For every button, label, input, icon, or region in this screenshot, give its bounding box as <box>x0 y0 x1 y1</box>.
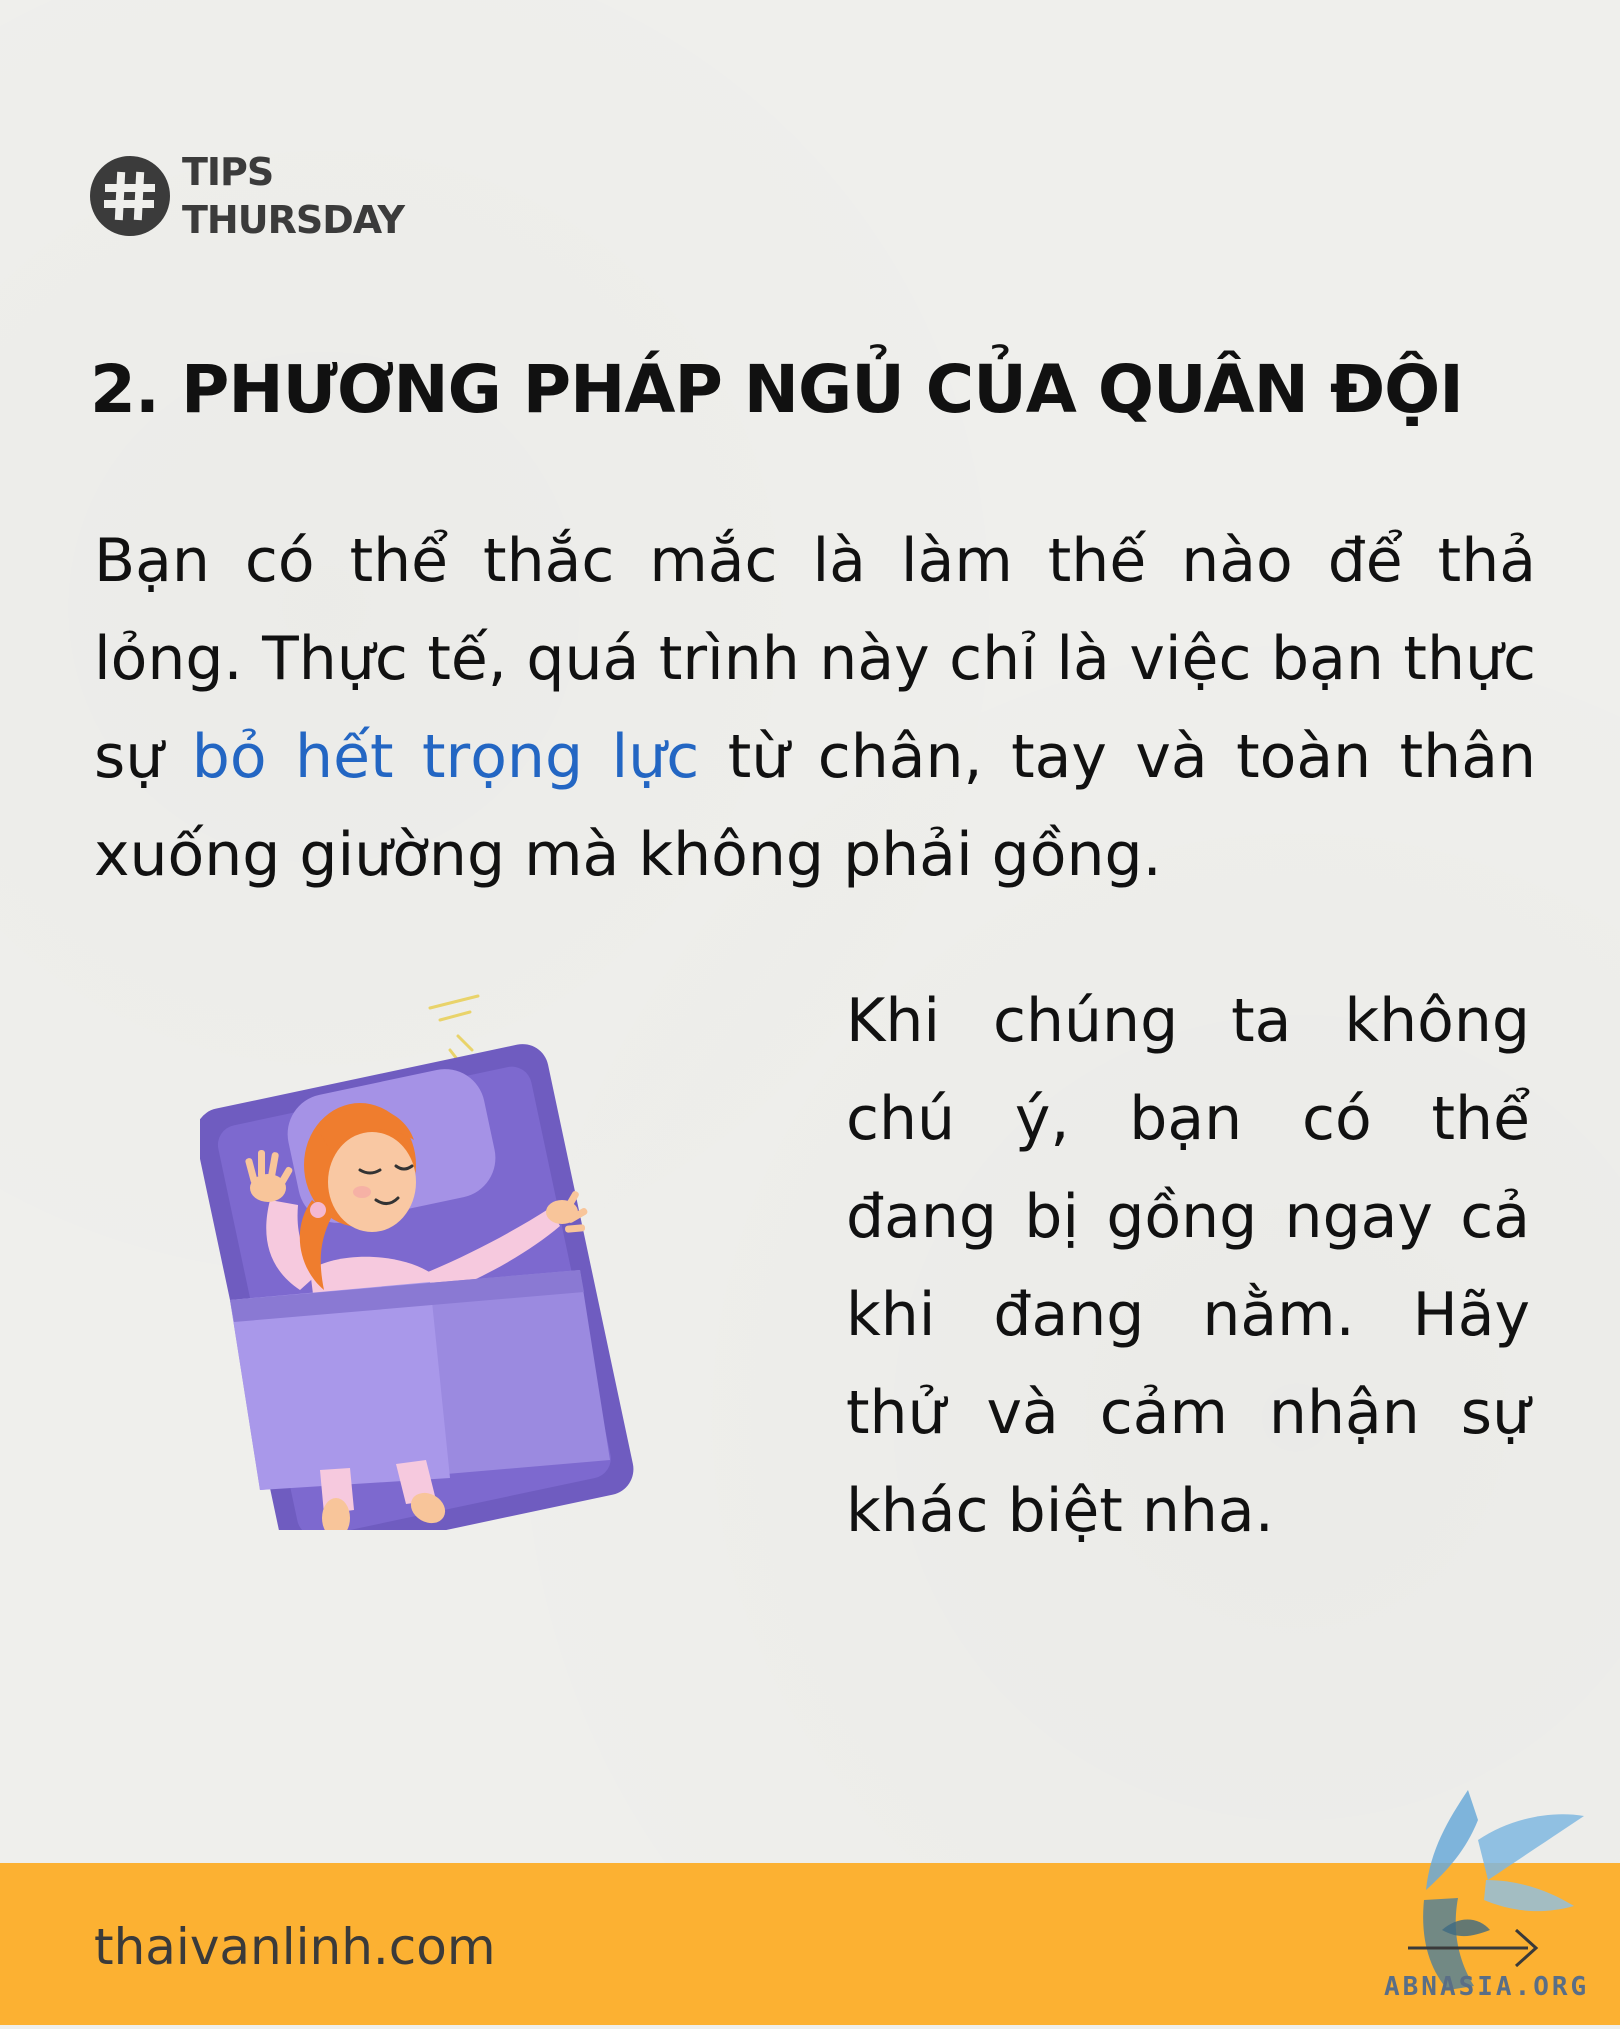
page-title: 2. PHƯƠNG PHÁP NGỦ CỦA QUÂN ĐỘI <box>90 351 1464 428</box>
intro-paragraph: Bạn có thể thắc mắc là làm thế nào để th… <box>94 512 1536 904</box>
side-paragraph: Khi chúng ta không chú ý, bạn có thể đan… <box>846 986 1530 1546</box>
intro-highlight: bỏ hết trọng lực <box>191 722 700 792</box>
badge-line-thursday: THURSDAY <box>182 198 405 242</box>
hash-icon <box>90 156 170 236</box>
website-link[interactable]: thaivanlinh.com <box>94 1917 496 1977</box>
sleeping-girl-illustration <box>195 990 640 1560</box>
tips-thursday-badge: TIPS THURSDAY <box>90 150 405 242</box>
logo-text: ABNASIA.ORG <box>1384 1972 1590 2002</box>
badge-line-tips: TIPS <box>182 150 274 194</box>
